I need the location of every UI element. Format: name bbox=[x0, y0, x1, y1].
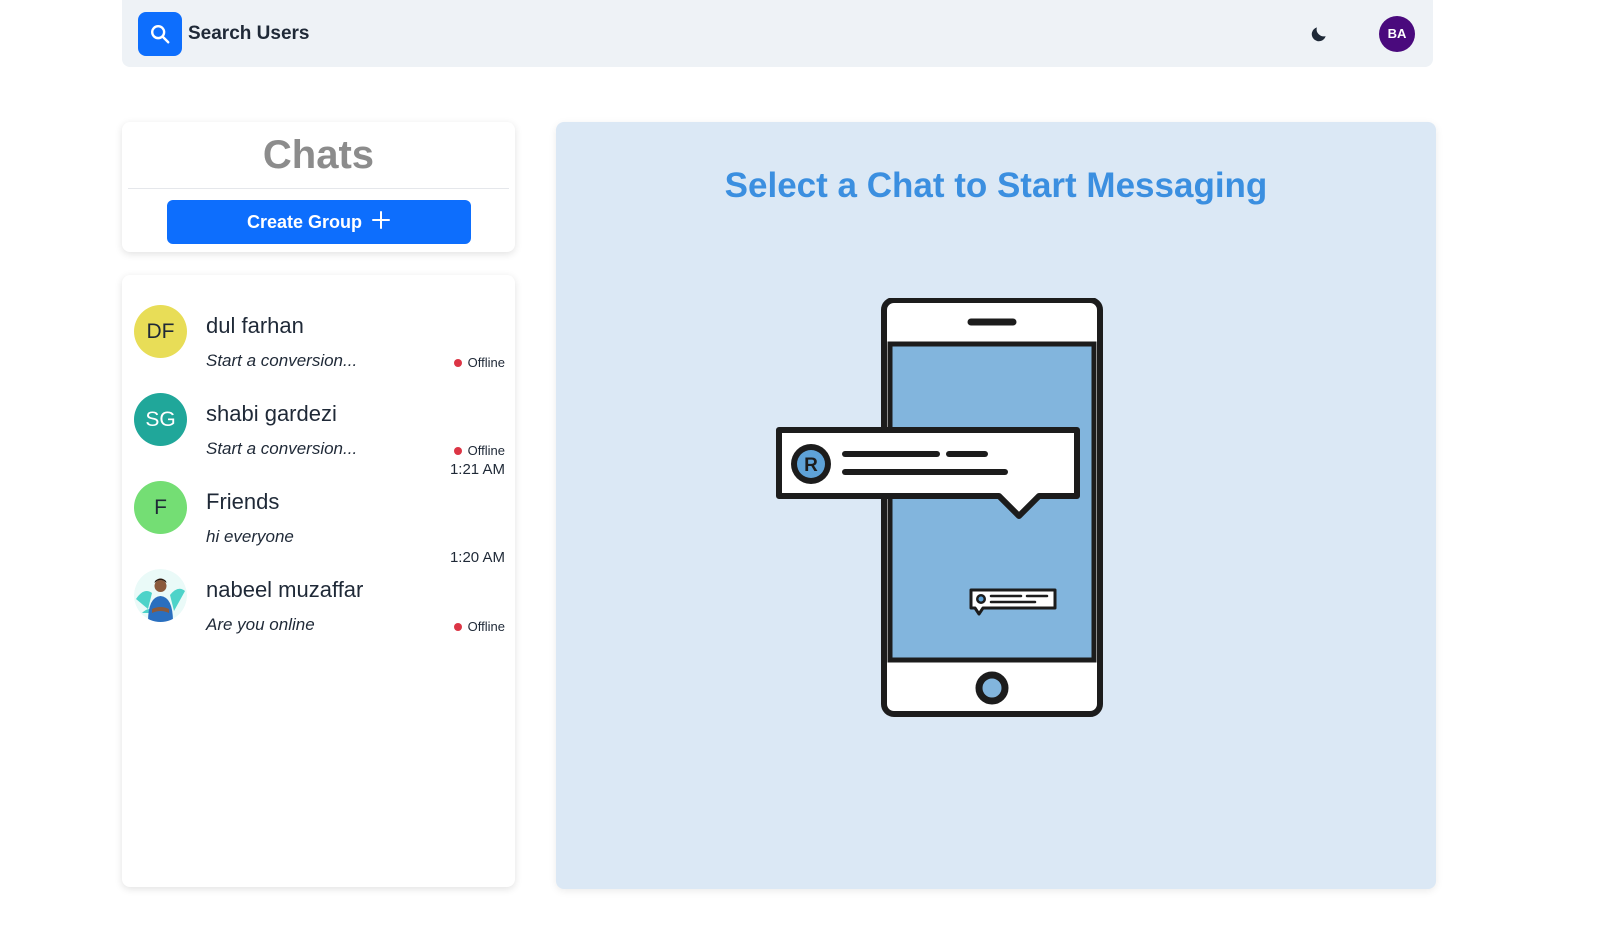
chat-time: 1:20 AM bbox=[449, 549, 505, 566]
search-users-button[interactable]: Search Users bbox=[138, 11, 309, 56]
chats-header-card: Chats Create Group bbox=[122, 122, 515, 252]
moon-icon[interactable] bbox=[1307, 22, 1331, 46]
offline-dot-icon bbox=[453, 358, 462, 367]
chat-preview: hi everyone bbox=[206, 527, 294, 546]
chat-preview: Start a conversion... bbox=[206, 439, 358, 458]
status-text: Offline bbox=[467, 355, 505, 370]
plus-icon bbox=[372, 210, 391, 234]
chat-name: dul farhan bbox=[206, 313, 304, 338]
search-icon[interactable] bbox=[138, 11, 182, 56]
avatar: SG bbox=[134, 393, 187, 446]
chat-list-item[interactable]: 1:21 AM F Friends hi everyone bbox=[122, 461, 515, 549]
offline-dot-icon bbox=[453, 446, 462, 455]
chats-title: Chats bbox=[262, 133, 375, 177]
chat-name: Friends bbox=[206, 489, 280, 514]
search-users-label[interactable]: Search Users bbox=[188, 23, 309, 45]
chat-name: shabi gardezi bbox=[206, 401, 337, 426]
chat-preview: Are you online bbox=[206, 615, 315, 634]
offline-dot-icon bbox=[453, 622, 462, 631]
chat-list: DF dul farhan Start a conversion... Offl… bbox=[122, 275, 515, 887]
chat-name: nabeel muzaffar bbox=[206, 577, 364, 602]
create-group-label: Create Group bbox=[246, 211, 363, 232]
status-badge: Offline bbox=[453, 443, 505, 458]
svg-text:R: R bbox=[804, 455, 818, 476]
message-panel: Select a Chat to Start Messaging R bbox=[556, 122, 1436, 889]
status-badge: Offline bbox=[453, 619, 505, 634]
avatar-photo bbox=[134, 569, 187, 622]
status-text: Offline bbox=[467, 619, 505, 634]
chat-list-item[interactable]: DF dul farhan Start a conversion... Offl… bbox=[122, 285, 515, 373]
chat-preview: Start a conversion... bbox=[206, 351, 358, 370]
user-avatar[interactable]: BA bbox=[1379, 15, 1415, 52]
avatar: DF bbox=[134, 305, 187, 358]
chat-list-item[interactable]: 1:20 AM nabeel muzaffar Are you online O… bbox=[122, 549, 515, 637]
chat-time: 1:21 AM bbox=[449, 461, 505, 478]
avatar: F bbox=[134, 481, 187, 534]
top-navbar: Search Users BA bbox=[122, 0, 1433, 67]
chat-list-item[interactable]: SG shabi gardezi Start a conversion... O… bbox=[122, 373, 515, 461]
create-group-button[interactable]: Create Group bbox=[166, 200, 471, 244]
status-text: Offline bbox=[467, 443, 505, 458]
status-badge: Offline bbox=[453, 355, 505, 370]
placeholder-title: Select a Chat to Start Messaging bbox=[724, 166, 1268, 205]
phone-chat-illustration: R bbox=[773, 297, 1113, 733]
divider bbox=[128, 188, 509, 189]
